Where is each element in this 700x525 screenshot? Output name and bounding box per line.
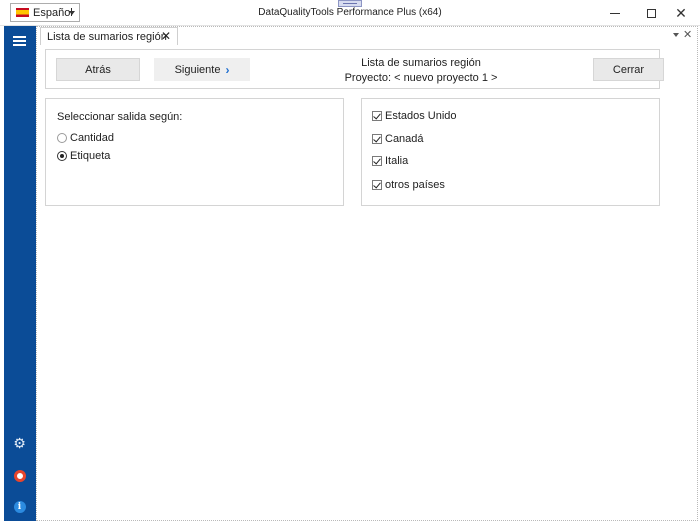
- back-button[interactable]: Atrás: [56, 58, 140, 81]
- checkbox-italia[interactable]: Italia: [372, 155, 408, 167]
- tab-label: Lista de sumarios región: [47, 30, 167, 43]
- title-bar: Español DataQualityTools Performance Plu…: [0, 0, 700, 26]
- checkbox[interactable]: [372, 111, 382, 121]
- close-window-button[interactable]: ✕: [664, 0, 698, 26]
- project-label: Proyecto: < nuevo proyecto 1 >: [344, 72, 498, 84]
- close-document-icon[interactable]: ✕: [683, 28, 692, 41]
- hamburger-menu-icon[interactable]: [13, 36, 26, 47]
- minimize-icon: [610, 12, 620, 14]
- sidebar: ⚙ i: [4, 26, 36, 521]
- checkbox-label: Italia: [385, 155, 409, 167]
- main-area: Lista de sumarios región ✕ ✕ Atrás Sigui…: [36, 26, 698, 521]
- window-title: DataQualityTools Performance Plus (x64): [258, 7, 442, 18]
- radio-label: Cantidad: [70, 132, 115, 144]
- next-button[interactable]: Siguiente ›: [154, 58, 250, 81]
- page-title: Lista de sumarios región: [361, 57, 481, 69]
- checkbox-label: Canadá: [385, 133, 424, 145]
- radio-button[interactable]: [57, 151, 67, 161]
- next-button-label: Siguiente: [174, 63, 221, 76]
- radio-etiqueta[interactable]: Etiqueta: [57, 150, 110, 162]
- drag-handle[interactable]: [338, 0, 362, 7]
- maximize-button[interactable]: [634, 0, 668, 26]
- minimize-button[interactable]: [598, 0, 632, 26]
- checkbox[interactable]: [372, 156, 382, 166]
- navigation-toolbar: Atrás Siguiente › Lista de sumarios regi…: [45, 49, 664, 89]
- tab-strip: Lista de sumarios región ✕ ✕: [37, 27, 697, 45]
- checkbox-label: Estados Unido: [385, 110, 457, 122]
- lifebuoy-icon[interactable]: [12, 468, 27, 483]
- info-icon[interactable]: i: [12, 499, 27, 514]
- tab-list-dropdown-icon[interactable]: [673, 33, 679, 37]
- close-icon: ✕: [675, 5, 687, 21]
- radio-label: Etiqueta: [70, 150, 111, 162]
- radio-cantidad[interactable]: Cantidad: [57, 132, 114, 144]
- tab-lista-de-sumarios[interactable]: Lista de sumarios región ✕: [40, 27, 178, 45]
- checkbox-canada[interactable]: Canadá: [372, 133, 424, 145]
- checkbox-otros-paises[interactable]: otros países: [372, 179, 445, 191]
- radio-button[interactable]: [57, 133, 67, 143]
- checkbox-label: otros países: [385, 179, 445, 191]
- output-group-label: Seleccionar salida según:: [57, 111, 183, 123]
- output-options-panel: Seleccionar salida según: Cantidad Etiqu…: [45, 98, 344, 206]
- maximize-icon: [646, 8, 656, 18]
- countries-panel: Estados Unido Canadá Italia otros países: [361, 98, 660, 206]
- checkbox[interactable]: [372, 180, 382, 190]
- close-tab-icon[interactable]: ✕: [161, 29, 171, 43]
- close-button[interactable]: Cerrar: [593, 58, 664, 81]
- checkbox-estados-unido[interactable]: Estados Unido: [372, 110, 457, 122]
- chevron-right-icon: ›: [225, 62, 230, 77]
- gear-icon[interactable]: ⚙: [12, 435, 27, 451]
- checkbox[interactable]: [372, 134, 382, 144]
